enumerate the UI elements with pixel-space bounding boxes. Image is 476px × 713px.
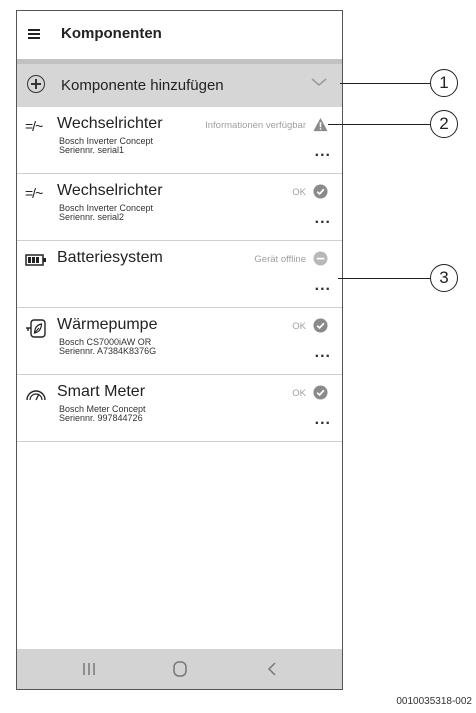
more-options-button[interactable]: ... bbox=[315, 411, 331, 429]
callout-line-1 bbox=[340, 83, 430, 84]
page-title: Komponenten bbox=[61, 25, 162, 42]
add-component-button[interactable]: Komponente hinzufügen bbox=[17, 59, 342, 107]
chevron-down-icon[interactable] bbox=[310, 76, 328, 88]
more-options-button[interactable]: ... bbox=[315, 344, 331, 362]
component-serial: Seriennr. serial2 bbox=[59, 212, 125, 222]
recent-apps-icon[interactable] bbox=[77, 657, 101, 681]
callout-line-3 bbox=[338, 278, 430, 279]
callout-line-2 bbox=[328, 124, 430, 125]
document-id: 0010035318-002 bbox=[396, 696, 472, 707]
more-options-button[interactable]: ... bbox=[315, 277, 331, 295]
callout-1: 1 bbox=[430, 69, 458, 97]
component-name: Wärmepumpe bbox=[57, 316, 158, 333]
component-name: Smart Meter bbox=[57, 383, 146, 400]
component-item-inverter-1[interactable]: =/~ Wechselrichter Bosch Inverter Concep… bbox=[17, 107, 342, 174]
callout-2: 2 bbox=[430, 110, 458, 138]
hamburger-icon[interactable] bbox=[28, 29, 40, 39]
component-status: Informationen verfügbar bbox=[205, 120, 306, 131]
add-component-label: Komponente hinzufügen bbox=[61, 77, 224, 94]
phone-screen: Komponenten Komponente hinzufügen =/~ We… bbox=[16, 10, 343, 690]
heat-pump-icon bbox=[26, 319, 46, 338]
component-item-smart-meter[interactable]: Smart Meter Bosch Meter Concept Seriennr… bbox=[17, 375, 342, 442]
component-status: Gerät offline bbox=[254, 254, 306, 265]
component-status: OK bbox=[292, 388, 306, 399]
system-navigation-bar bbox=[17, 649, 342, 689]
component-item-battery[interactable]: Batteriesystem Gerät offline ... bbox=[17, 241, 342, 308]
component-serial: Seriennr. serial1 bbox=[59, 145, 125, 155]
more-options-button[interactable]: ... bbox=[315, 143, 331, 161]
home-icon[interactable] bbox=[168, 657, 192, 681]
battery-icon bbox=[25, 254, 46, 266]
component-item-inverter-2[interactable]: =/~ Wechselrichter Bosch Inverter Concep… bbox=[17, 174, 342, 241]
component-name: Wechselrichter bbox=[57, 115, 163, 132]
smart-meter-icon bbox=[26, 390, 46, 401]
check-icon bbox=[313, 318, 328, 333]
component-serial: Seriennr. 997844726 bbox=[59, 413, 143, 423]
back-icon[interactable] bbox=[261, 657, 285, 681]
check-icon bbox=[313, 184, 328, 199]
inverter-icon: =/~ bbox=[25, 118, 43, 134]
warning-icon bbox=[313, 117, 328, 132]
app-bar: Komponenten bbox=[17, 11, 342, 59]
component-status: OK bbox=[292, 187, 306, 198]
check-icon bbox=[313, 385, 328, 400]
offline-icon bbox=[313, 251, 328, 266]
plus-circle-icon bbox=[27, 75, 45, 93]
component-serial: Seriennr. A7384K8376G bbox=[59, 346, 157, 356]
inverter-icon: =/~ bbox=[25, 185, 43, 201]
component-status: OK bbox=[292, 321, 306, 332]
component-name: Batteriesystem bbox=[57, 249, 163, 266]
callout-3: 3 bbox=[430, 264, 458, 292]
more-options-button[interactable]: ... bbox=[315, 210, 331, 228]
component-name: Wechselrichter bbox=[57, 182, 163, 199]
component-item-heat-pump[interactable]: Wärmepumpe Bosch CS7000iAW OR Seriennr. … bbox=[17, 308, 342, 375]
